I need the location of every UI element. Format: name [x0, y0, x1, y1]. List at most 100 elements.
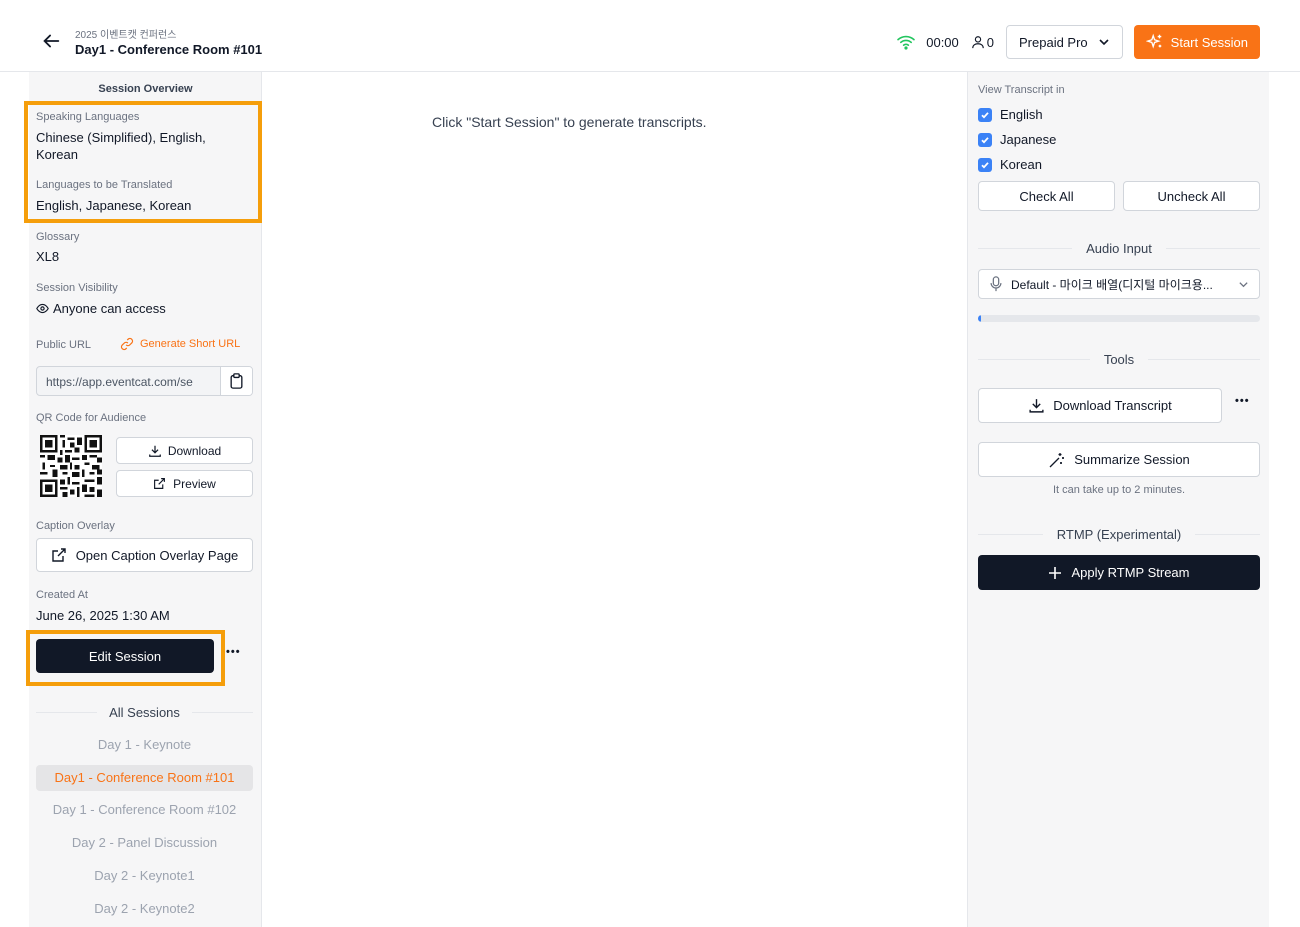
- session-item[interactable]: Day 1 - Keynote: [36, 732, 253, 758]
- session-timer: 00:00: [926, 34, 959, 50]
- audio-input-divider: Audio Input: [978, 240, 1260, 256]
- chevron-down-icon: [1239, 281, 1248, 287]
- qr-code-image: [40, 435, 102, 497]
- external-link-icon: [51, 548, 66, 562]
- session-title: Day1 - Conference Room #101: [75, 42, 263, 57]
- glossary-label: Glossary: [36, 231, 80, 243]
- all-sessions-header: All Sessions: [36, 704, 253, 720]
- plan-label: Prepaid Pro: [1019, 34, 1088, 50]
- audio-device-select[interactable]: Default - 마이크 배열(디지털 마이크용...: [978, 269, 1260, 299]
- tools-divider: Tools: [978, 351, 1261, 367]
- preview-qr-label: Preview: [173, 476, 216, 491]
- plus-icon: [1049, 566, 1062, 579]
- created-at-value: June 26, 2025 1:30 AM: [36, 608, 170, 623]
- audio-level-fill: [978, 315, 981, 322]
- wifi-icon: [897, 35, 916, 50]
- speaking-languages-value: Chinese (Simplified), English, Korean: [36, 130, 206, 162]
- top-bar: 2025 이벤트캣 컨퍼런스 Day1 - Conference Room #1…: [0, 0, 1300, 72]
- translated-languages-label: Languages to be Translated: [36, 179, 173, 191]
- visibility-value: Anyone can access: [36, 300, 166, 317]
- open-caption-overlay-label: Open Caption Overlay Page: [75, 547, 239, 563]
- view-transcript-label: View Transcript in: [978, 84, 1065, 96]
- tools-more-button[interactable]: •••: [1235, 395, 1250, 407]
- session-item[interactable]: Day 1 - Conference Room #102: [36, 797, 253, 823]
- controls-panel: View Transcript in English Japanese Korean…: [967, 72, 1269, 927]
- apply-rtmp-stream-button[interactable]: Apply RTMP Stream: [978, 555, 1260, 590]
- clipboard-icon: [230, 373, 243, 389]
- download-transcript-button[interactable]: Download Transcript: [978, 388, 1222, 423]
- all-sessions-heading: All Sessions: [109, 704, 180, 720]
- checkbox-icon[interactable]: [978, 107, 992, 122]
- plan-dropdown[interactable]: Prepaid Pro: [1006, 25, 1123, 59]
- download-qr-label: Download: [167, 443, 222, 458]
- summarize-session-button[interactable]: Summarize Session: [978, 442, 1260, 477]
- language-checkbox-japanese[interactable]: Japanese: [978, 132, 1056, 147]
- preview-qr-button[interactable]: Preview: [116, 470, 253, 497]
- created-at-label: Created At: [36, 589, 88, 601]
- back-arrow-icon[interactable]: [40, 30, 62, 52]
- checkbox-icon[interactable]: [978, 132, 992, 147]
- speaking-languages-label: Speaking Languages: [36, 111, 140, 123]
- audio-device-value: Default - 마이크 배열(디지털 마이크용...: [1011, 277, 1213, 292]
- summarize-note: It can take up to 2 minutes.: [1052, 484, 1186, 496]
- download-transcript-label: Download Transcript: [1053, 398, 1172, 413]
- download-qr-button[interactable]: Download: [116, 437, 253, 464]
- language-label: Japanese: [1000, 132, 1057, 147]
- language-checkbox-english[interactable]: English: [978, 107, 1043, 122]
- uncheck-all-label: Uncheck All: [1157, 188, 1226, 204]
- person-icon: [971, 36, 984, 49]
- generate-short-url-label: Generate Short URL: [140, 338, 241, 350]
- start-session-button[interactable]: Start Session: [1133, 25, 1260, 59]
- checkbox-icon[interactable]: [978, 157, 992, 172]
- apply-rtmp-stream-label: Apply RTMP Stream: [1071, 565, 1190, 580]
- download-icon: [148, 445, 161, 457]
- audio-level-meter: [978, 315, 1260, 322]
- session-item-active[interactable]: Day1 - Conference Room #101: [36, 765, 253, 791]
- rtmp-heading: RTMP (Experimental): [1056, 526, 1182, 542]
- open-caption-overlay-button[interactable]: Open Caption Overlay Page: [36, 538, 253, 572]
- tools-heading: Tools: [1103, 351, 1135, 367]
- start-session-label: Start Session: [1170, 34, 1248, 50]
- external-link-icon: [154, 478, 166, 489]
- session-overview-panel: Session Overview Speaking Languages Chin…: [24, 72, 262, 927]
- edit-session-button[interactable]: Edit Session: [36, 639, 214, 673]
- qr-code-label: QR Code for Audience: [36, 412, 147, 424]
- public-url-label: Public URL: [36, 339, 92, 351]
- generate-short-url-link[interactable]: Generate Short URL: [120, 337, 240, 351]
- translated-languages-value: English, Japanese, Korean: [36, 198, 192, 213]
- magic-wand-icon: [1049, 452, 1065, 467]
- visibility-text: Anyone can access: [53, 301, 166, 316]
- uncheck-all-button[interactable]: Uncheck All: [1123, 181, 1260, 211]
- audio-input-heading: Audio Input: [1086, 240, 1152, 256]
- microphone-icon: [990, 276, 1002, 292]
- chevron-down-icon: [1099, 39, 1109, 46]
- glossary-value: XL8: [36, 249, 60, 264]
- language-label: English: [1000, 107, 1043, 122]
- link-icon: [120, 337, 134, 351]
- header-controls: 00:00 0 Prepaid Pro Start Session: [896, 25, 1260, 59]
- language-label: Korean: [1000, 157, 1042, 172]
- summarize-session-label: Summarize Session: [1074, 452, 1190, 467]
- session-item[interactable]: Day 2 - Keynote1: [36, 863, 253, 889]
- event-name: 2025 이벤트캣 컨퍼런스: [75, 30, 177, 41]
- download-icon: [1029, 399, 1044, 413]
- check-all-button[interactable]: Check All: [978, 181, 1115, 211]
- empty-transcript-message: Click "Start Session" to generate transc…: [432, 114, 707, 130]
- copy-url-button[interactable]: [220, 367, 252, 395]
- language-checkbox-korean[interactable]: Korean: [978, 157, 1042, 172]
- rtmp-divider: RTMP (Experimental): [978, 526, 1260, 542]
- sparkle-icon: [1145, 33, 1161, 49]
- session-item[interactable]: Day 2 - Keynote2: [36, 896, 253, 922]
- eye-icon: [36, 303, 49, 314]
- visibility-label: Session Visibility: [36, 282, 118, 294]
- overview-heading: Session Overview: [98, 83, 193, 95]
- public-url-field[interactable]: https://app.eventcat.com/se: [36, 366, 253, 396]
- caption-overlay-label: Caption Overlay: [36, 520, 115, 532]
- more-options-button[interactable]: •••: [226, 646, 241, 658]
- transcript-area: Click "Start Session" to generate transc…: [263, 72, 967, 927]
- listener-count: 0: [986, 34, 995, 50]
- session-item[interactable]: Day 2 - Panel Discussion: [36, 830, 253, 856]
- public-url-value: https://app.eventcat.com/se: [46, 375, 193, 389]
- edit-session-label: Edit Session: [88, 648, 162, 664]
- check-all-label: Check All: [1019, 188, 1074, 204]
